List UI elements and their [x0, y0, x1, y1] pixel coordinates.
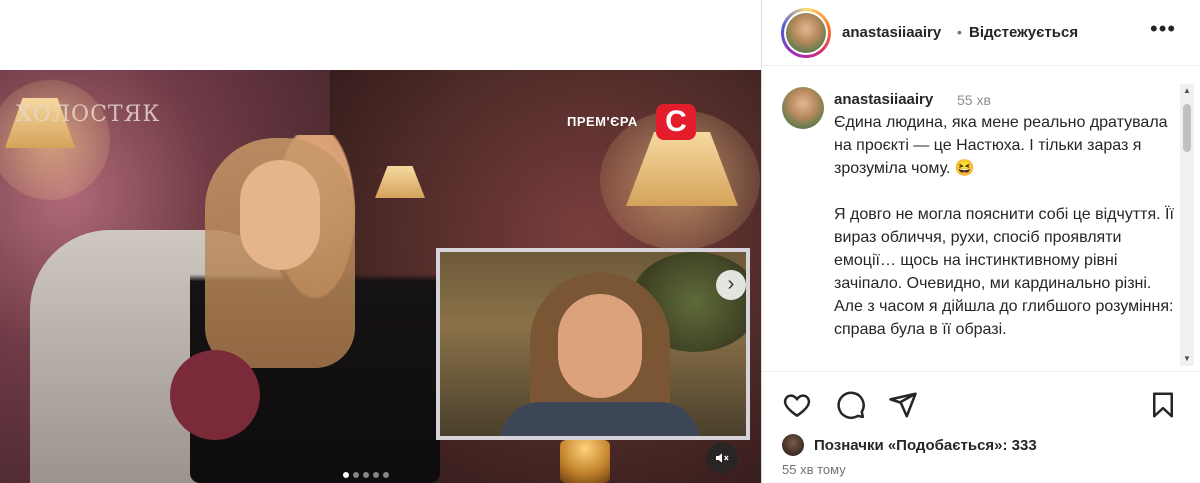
- bookmark-icon[interactable]: [1148, 390, 1178, 420]
- caption-avatar[interactable]: [782, 87, 824, 129]
- show-logo: ХОЛОСТЯК: [16, 102, 161, 127]
- header-avatar[interactable]: [781, 8, 831, 58]
- carousel-next-button[interactable]: ›: [716, 270, 746, 300]
- heart-icon[interactable]: [782, 390, 812, 420]
- premiere-label: ПРЕМ'ЄРА: [567, 114, 638, 129]
- carousel-dot[interactable]: [383, 472, 389, 478]
- more-options-button[interactable]: •••: [1150, 18, 1176, 44]
- likes-count[interactable]: Позначки «Подобається»: 333: [814, 437, 1037, 454]
- carousel-dot[interactable]: [363, 472, 369, 478]
- channel-logo: С: [656, 104, 696, 140]
- separator-dot: •: [957, 24, 962, 40]
- liker-avatar[interactable]: [782, 434, 804, 456]
- post-side-panel: anastasiiaairy • Відстежується ••• anast…: [761, 0, 1200, 483]
- scroll-down-arrow-icon[interactable]: ▼: [1180, 352, 1194, 366]
- inset-person-face: [558, 294, 642, 398]
- share-icon[interactable]: [888, 390, 918, 420]
- caption-username[interactable]: anastasiiaairy: [834, 91, 933, 108]
- media-area: ХОЛОСТЯК ПРЕМ'ЄРА С ›: [0, 0, 761, 483]
- post-header: anastasiiaairy • Відстежується •••: [762, 0, 1200, 66]
- caption-paragraph: Я довго не могла пояснити собі це відчут…: [834, 206, 1174, 338]
- carousel-dot[interactable]: [373, 472, 379, 478]
- post-actions: Позначки «Подобається»: 333 55 хв тому: [762, 371, 1200, 483]
- caption-time[interactable]: 55 хв: [957, 92, 991, 108]
- chevron-right-icon: ›: [727, 273, 735, 295]
- person-face: [240, 160, 320, 270]
- carousel-dot[interactable]: [353, 472, 359, 478]
- header-username[interactable]: anastasiiaairy: [842, 24, 941, 41]
- inset-person-shirt: [500, 402, 700, 436]
- inset-video-frame: [436, 248, 750, 440]
- avatar: [786, 13, 826, 53]
- more-horizontal-icon: •••: [1150, 16, 1177, 41]
- caption-area[interactable]: anastasiiaairy 55 хв Єдина людина, яка м…: [762, 77, 1200, 371]
- post-timestamp[interactable]: 55 хв тому: [782, 462, 846, 477]
- mute-button[interactable]: [706, 442, 738, 474]
- comment-icon[interactable]: [836, 390, 866, 420]
- cushion: [170, 350, 260, 440]
- following-button[interactable]: Відстежується: [969, 24, 1078, 41]
- volume-muted-icon: [716, 453, 729, 463]
- caption-text: Єдина людина, яка мене реально дратувала…: [834, 111, 1174, 364]
- caption-scrollbar[interactable]: ▲ ▼: [1180, 84, 1194, 366]
- scroll-up-arrow-icon[interactable]: ▲: [1180, 84, 1194, 98]
- likes-row[interactable]: Позначки «Подобається»: 333: [782, 434, 1037, 456]
- carousel-dots: [343, 472, 389, 478]
- candle: [560, 440, 610, 483]
- caption-paragraph: Єдина людина, яка мене реально дратувала…: [834, 114, 1168, 177]
- scrollbar-thumb[interactable]: [1183, 104, 1191, 152]
- carousel-dot[interactable]: [343, 472, 349, 478]
- post-media[interactable]: ХОЛОСТЯК ПРЕМ'ЄРА С ›: [0, 70, 761, 483]
